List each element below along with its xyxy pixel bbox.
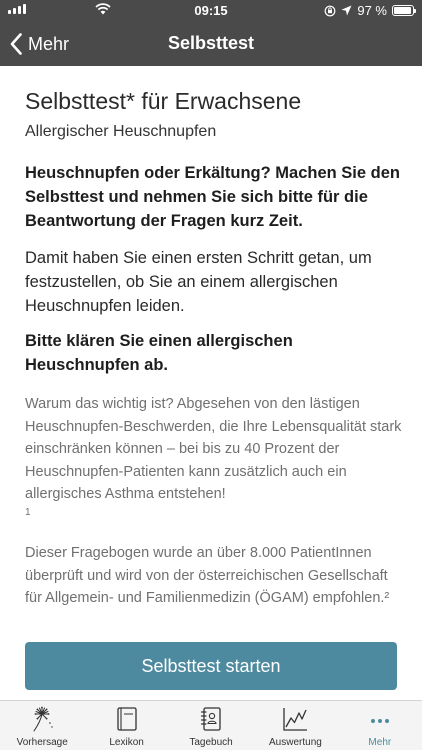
content-heading: Selbsttest* für Erwachsene (25, 88, 302, 114)
battery-percent: 97 % (357, 3, 387, 18)
start-selftest-button[interactable]: Selbsttest starten (25, 642, 397, 690)
tab-label: Vorhersage (16, 737, 68, 748)
tab-tagebuch[interactable]: Tagebuch (169, 701, 253, 750)
book-icon (116, 707, 137, 731)
chart-icon (283, 708, 308, 731)
diary-icon (200, 707, 221, 731)
lead-text: Heuschnupfen oder Erkältung? Machen Sie … (25, 164, 400, 230)
dandelion-icon (33, 706, 53, 732)
tab-vorhersage[interactable]: Vorhersage (0, 701, 84, 750)
intro-paragraph: Damit haben Sie einen ersten Schritt get… (25, 249, 372, 315)
recommendation-text: Bitte klären Sie einen allergischen Heus… (25, 332, 293, 374)
questionnaire-paragraph: Dieser Fragebogen wurde an über 8.000 Pa… (25, 545, 390, 606)
tab-auswertung[interactable]: Auswertung (253, 701, 337, 750)
tab-label: Lexikon (109, 737, 144, 748)
tab-mehr[interactable]: Mehr (338, 701, 422, 750)
status-bar: 09:15 97 % (0, 0, 422, 22)
battery-level (394, 7, 412, 14)
location-icon (341, 5, 352, 16)
importance-text: Warum das wichtig ist? Abgesehen von den… (25, 396, 402, 502)
more-icon (370, 719, 389, 723)
content-subheading: Allergischer Heuschnupfen (25, 123, 217, 140)
tab-label: Tagebuch (189, 737, 233, 748)
importance-paragraph: Warum das wichtig ist? Abgesehen von den… (25, 393, 405, 520)
tab-label: Mehr (368, 737, 392, 748)
tab-lexikon[interactable]: Lexikon (84, 701, 168, 750)
tab-bar: Vorhersage Lexikon Tagebuch Auswertung M… (0, 700, 422, 750)
orientation-lock-icon (324, 5, 336, 16)
navigation-bar: Mehr Selbsttest (0, 22, 422, 66)
top-bar: 09:15 97 % Mehr Selbsttest (0, 0, 422, 66)
tab-label: Auswertung (269, 737, 322, 748)
battery-icon (392, 5, 416, 16)
page-title: Selbsttest (167, 33, 255, 53)
footnote-marker: 1 (25, 506, 31, 518)
